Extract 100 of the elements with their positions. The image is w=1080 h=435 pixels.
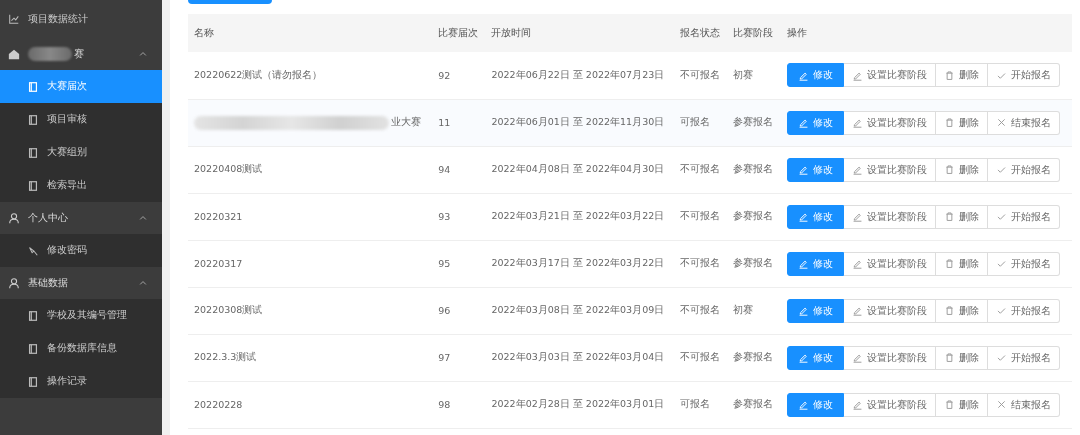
pencil-icon [851,399,863,410]
column-header: 比赛阶段 [727,14,781,52]
delete-button[interactable]: 删除 [935,204,988,229]
sidebar-item[interactable]: 检索导出 [0,169,162,202]
delete-button[interactable]: 删除 [935,251,988,276]
column-header: 报名状态 [674,14,728,52]
trash-icon [943,117,955,128]
table-cell: 20220622测试（请勿报名） [194,68,323,82]
pencil-icon [797,258,809,269]
pencil-icon [797,399,809,410]
start-registration-button[interactable]: 开始报名 [987,251,1060,276]
document-icon [27,342,39,355]
table-cell: 初赛 [727,52,781,99]
column-header: 名称 [188,14,433,52]
check-icon [995,352,1007,363]
start-registration-button[interactable]: 开始报名 [987,298,1060,323]
home-icon [8,48,20,60]
pencil-icon [851,258,863,269]
trash-icon [943,399,955,410]
sidebar-item[interactable]: 学校及其编号管理 [0,299,162,332]
trash-icon [943,258,955,269]
table-cell: 20220317 [194,258,243,269]
column-header: 开放时间 [485,14,675,52]
table-cell: 11 [432,99,486,146]
end-registration-button[interactable]: 结束报名 [987,110,1060,135]
trash-icon [943,305,955,316]
table-cell: 2022年03月03日 至 2022年03月04日 [485,334,675,381]
check-icon [995,164,1007,175]
table-cell: 参赛报名 [727,381,781,428]
table-cell: 参赛报名 [727,334,781,381]
table-cell: 不可报名 [674,287,728,334]
start-registration-button[interactable]: 开始报名 [987,204,1060,229]
table-cell: 不可报名 [674,52,728,99]
document-icon [27,113,39,126]
delete-button[interactable]: 删除 [935,157,988,182]
table-cell: 2022年03月17日 至 2022年03月22日 [485,240,675,287]
chart-icon [8,13,20,25]
table-cell: 93 [432,193,486,240]
delete-button[interactable]: 删除 [935,110,988,135]
table-cell: 20220308测试 [194,304,263,317]
set-stage-button[interactable]: 设置比赛阶段 [843,63,936,88]
check-icon [995,305,1007,316]
pencil-icon [851,352,863,363]
table-cell: 不可报名 [674,193,728,240]
sidebar-item[interactable]: 大赛组别 [0,136,162,169]
end-registration-button[interactable]: 结束报名 [987,392,1060,417]
set-stage-button[interactable]: 设置比赛阶段 [843,345,936,370]
document-icon [27,80,39,93]
pencil-icon [797,352,809,363]
table-cell: 97 [432,334,486,381]
add-button[interactable] [188,0,272,4]
set-stage-button[interactable]: 设置比赛阶段 [843,298,936,323]
trash-icon [943,69,955,81]
sidebar-item[interactable]: 修改密码 [0,234,162,267]
document-icon [27,375,39,388]
pencil-icon [851,164,863,175]
table-cell: 98 [432,381,486,428]
start-registration-button[interactable]: 开始报名 [987,345,1060,370]
table-cell: 20220228 [194,399,243,410]
sidebar-item[interactable]: 项目审核 [0,103,162,136]
delete-button[interactable]: 删除 [935,63,988,88]
delete-button[interactable]: 删除 [935,345,988,370]
set-stage-button[interactable]: 设置比赛阶段 [843,110,936,135]
table-cell: 96 [432,287,486,334]
user-icon [8,212,20,224]
table-cell: 94 [432,146,486,193]
table-cell: 初赛 [727,287,781,334]
sidebar-item[interactable]: 操作记录 [0,365,162,398]
table-cell: 92 [432,52,486,99]
table-cell: 参赛报名 [727,146,781,193]
table-cell: 2022年03月08日 至 2022年03月09日 [485,287,675,334]
pencil-icon [851,305,863,316]
table-cell: 不可报名 [674,146,728,193]
document-icon [27,146,39,159]
group-title: 赛 [74,47,84,61]
document-icon [27,179,39,192]
set-stage-button[interactable]: 设置比赛阶段 [843,157,936,182]
start-registration-button[interactable]: 开始报名 [987,63,1060,88]
close-icon [995,117,1007,128]
table-cell: 20220408测试 [194,163,263,176]
set-stage-button[interactable]: 设置比赛阶段 [843,251,936,276]
table-cell: 2022年06月01日 至 2022年11月30日 [485,99,675,146]
table-cell: 20220321 [194,211,243,222]
check-icon [995,211,1007,222]
table-cell: 可报名 [674,99,728,146]
delete-button[interactable]: 删除 [935,392,988,417]
sidebar-item[interactable]: 备份数据库信息 [0,332,162,365]
set-stage-button[interactable]: 设置比赛阶段 [843,392,936,417]
table-cell: 2022年04月08日 至 2022年04月30日 [485,146,675,193]
user-icon [8,277,20,289]
table-cell: 不可报名 [674,334,728,381]
pencil-icon [797,164,809,175]
trash-icon [943,211,955,222]
start-registration-button[interactable]: 开始报名 [987,157,1060,182]
column-header: 比赛届次 [432,14,486,52]
set-stage-button[interactable]: 设置比赛阶段 [843,204,936,229]
pencil-icon [797,211,809,222]
table-cell: 95 [432,240,486,287]
pencil-icon [797,305,809,316]
delete-button[interactable]: 删除 [935,298,988,323]
